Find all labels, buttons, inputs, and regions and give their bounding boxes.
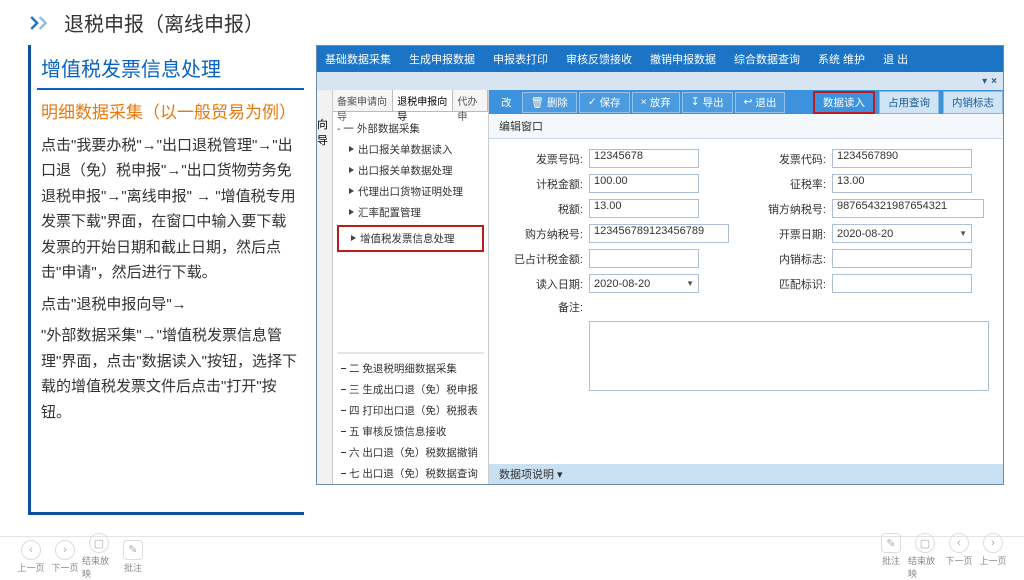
toolbar-delete-button[interactable]: 🗑 删除: [522, 92, 577, 113]
tax-amount-base-field[interactable]: 100.00: [589, 174, 699, 193]
tree-item[interactable]: 三 生成出口退（免）税申报: [337, 379, 484, 400]
toolbar-discard-button[interactable]: × 放弃: [632, 92, 680, 113]
end-slideshow-button[interactable]: ▢结束放映: [908, 533, 942, 580]
tree-item[interactable]: 出口报关单数据读入: [337, 139, 484, 160]
menu-item[interactable]: 申报表打印: [493, 51, 548, 67]
remark-textarea[interactable]: [589, 321, 989, 391]
next-page-button[interactable]: ‹下一页: [942, 533, 976, 580]
load-date-field[interactable]: 2020-08-20▼: [589, 274, 699, 293]
tree-item[interactable]: 七 出口退（免）税数据查询: [337, 463, 484, 484]
edit-window-label: 编辑窗口: [489, 114, 1003, 139]
match-flag-field[interactable]: [832, 274, 972, 293]
chevron-double-right-icon: [30, 14, 54, 32]
tax-rate-field[interactable]: 13.00: [832, 174, 972, 193]
info-card-title: 增值税发票信息处理: [37, 45, 304, 90]
tree-item-vat-invoice[interactable]: 增值税发票信息处理: [337, 225, 484, 252]
invoice-code-field[interactable]: 1234567890: [832, 149, 972, 168]
main-menu: 基础数据采集 生成申报数据 申报表打印 审核反馈接收 撤销申报数据 综合数据查询…: [317, 46, 1003, 72]
tree-item[interactable]: 四 打印出口退（免）税报表: [337, 400, 484, 421]
menu-item[interactable]: 综合数据查询: [734, 51, 800, 67]
tab-registration-wizard[interactable]: 备案申请向导: [333, 90, 393, 111]
tree-item[interactable]: 代理出口货物证明处理: [337, 181, 484, 202]
internal-sale-flag-field[interactable]: [832, 249, 972, 268]
toolbar-exit-button[interactable]: ↩ 退出: [735, 92, 786, 113]
occupied-amount-field[interactable]: [589, 249, 699, 268]
data-field-explain[interactable]: 数据项说明 ▾: [489, 464, 1003, 484]
menu-item[interactable]: 基础数据采集: [325, 51, 391, 67]
annotate-button[interactable]: ✎批注: [116, 540, 150, 574]
menu-item[interactable]: 生成申报数据: [409, 51, 475, 67]
tree-item[interactable]: 五 审核反馈信息接收: [337, 421, 484, 442]
tree-item[interactable]: 二 免退税明细数据采集: [337, 358, 484, 379]
toolbar-internal-sale-button[interactable]: 内销标志: [943, 91, 1003, 114]
tab-refund-wizard[interactable]: 退税申报向导: [393, 90, 453, 111]
next-page-button[interactable]: ›下一页: [48, 540, 82, 574]
seller-taxid-field[interactable]: 98765432198765432­1: [832, 199, 984, 218]
app-window: 基础数据采集 生成申报数据 申报表打印 审核反馈接收 撤销申报数据 综合数据查询…: [316, 45, 1004, 485]
tax-value-field[interactable]: 13.00: [589, 199, 699, 218]
dropdown-icon[interactable]: ▾: [982, 76, 987, 87]
toolbar-save-button[interactable]: ✓ 保存: [579, 92, 630, 113]
info-body: 点击"我要办税"→"出口退税管理"→"出口退（免）税申报"→"出口货物劳务免退税…: [37, 133, 304, 426]
buyer-taxid-field[interactable]: 123456789123456789: [589, 224, 729, 243]
chevron-down-icon: ▾: [557, 468, 563, 481]
toolbar-occupy-query-button[interactable]: 占用查询: [879, 91, 939, 114]
menu-item[interactable]: 系统 维护: [818, 51, 865, 67]
page-title: 退税申报（离线申报）: [64, 8, 264, 37]
toolbar-data-load-button[interactable]: 数据读入: [813, 91, 875, 114]
menu-item[interactable]: 退 出: [883, 51, 908, 67]
chevron-down-icon[interactable]: ▼: [959, 229, 967, 238]
chevron-down-icon[interactable]: ▼: [686, 279, 694, 288]
toolbar-modify-button[interactable]: 改: [493, 93, 520, 112]
tree-group-external[interactable]: - 一 外部数据采集: [337, 118, 484, 139]
end-slideshow-button[interactable]: ▢结束放映: [82, 533, 116, 580]
side-handle[interactable]: 向导: [317, 90, 333, 484]
toolbar-export-button[interactable]: ↧ 导出: [682, 92, 733, 113]
menu-item[interactable]: 审核反馈接收: [566, 51, 632, 67]
annotate-button[interactable]: ✎批注: [874, 533, 908, 580]
tree-item[interactable]: 六 出口退（免）税数据撤销: [337, 442, 484, 463]
info-subtitle: 明细数据采集（以一般贸易为例）: [41, 102, 300, 125]
tab-agent[interactable]: 代办申: [453, 90, 488, 111]
tree-item[interactable]: 汇率配置管理: [337, 202, 484, 223]
prev-page-button[interactable]: ‹上一页: [14, 540, 48, 574]
close-icon[interactable]: ×: [991, 76, 997, 87]
invoice-date-field[interactable]: 2020-08-20▼: [832, 224, 972, 243]
menu-item[interactable]: 撤销申报数据: [650, 51, 716, 67]
invoice-number-field[interactable]: 12345678: [589, 149, 699, 168]
toolbar: 改 🗑 删除 ✓ 保存 × 放弃 ↧ 导出 ↩ 退出 数据读入 占用查询 内销标…: [489, 90, 1003, 114]
tree-item[interactable]: 出口报关单数据处理: [337, 160, 484, 181]
prev-page-button[interactable]: ›上一页: [976, 533, 1010, 580]
